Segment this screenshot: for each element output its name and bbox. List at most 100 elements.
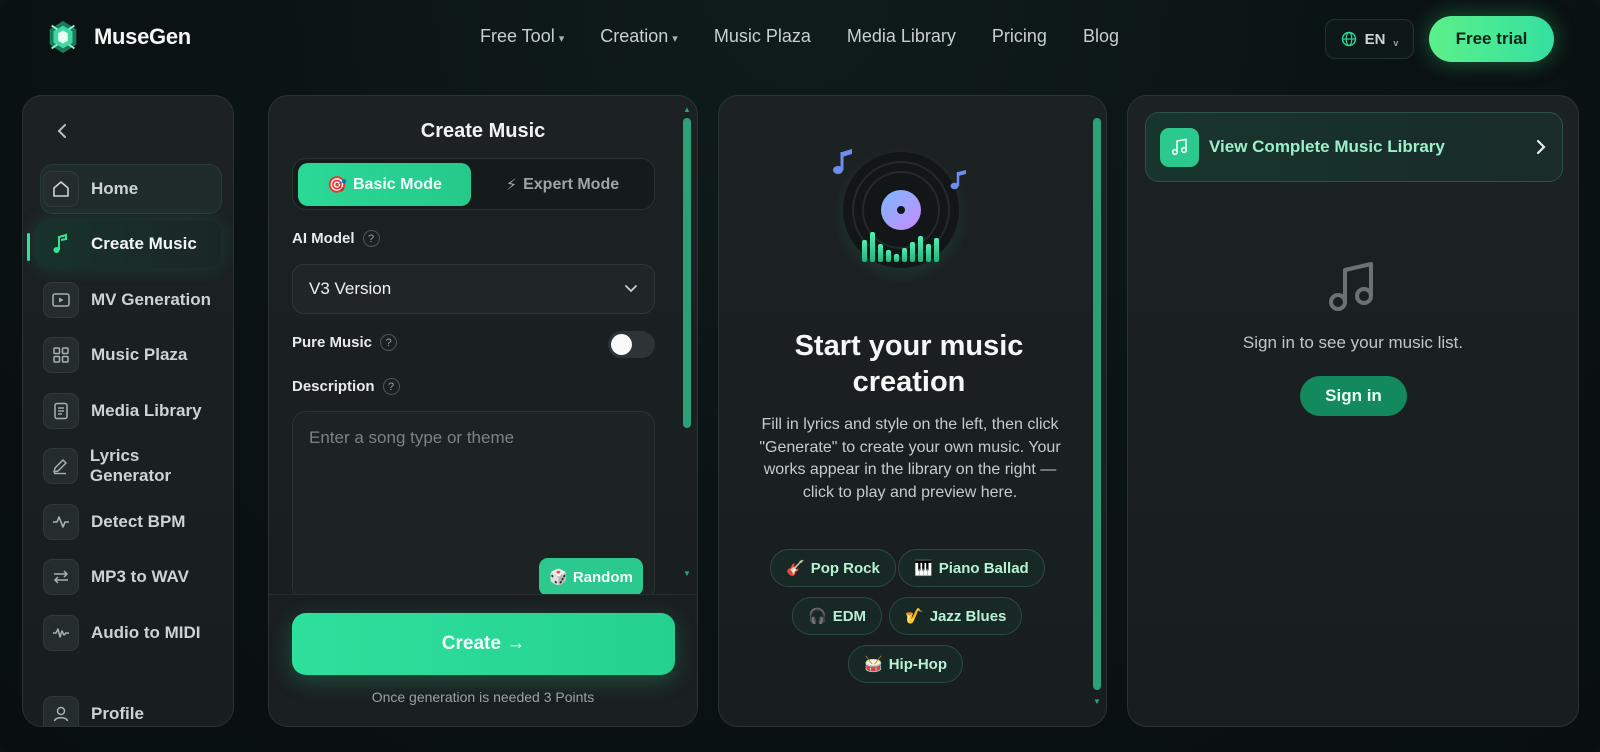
pure-music-toggle[interactable]: [608, 331, 655, 358]
pen-icon: [43, 448, 78, 484]
music-note-icon: [43, 226, 79, 262]
basic-mode-tab[interactable]: 🎯 Basic Mode: [298, 163, 471, 206]
sidebar-item-detect-bpm[interactable]: Detect BPM: [41, 498, 221, 546]
chevron-down-icon: ▾: [672, 32, 678, 45]
sign-in-button[interactable]: Sign in: [1300, 376, 1407, 416]
scrollbar-thumb[interactable]: [683, 118, 691, 428]
view-library-button[interactable]: View Complete Music Library: [1145, 112, 1563, 182]
language-selector[interactable]: EN v: [1325, 19, 1414, 59]
scrollbar-thumb[interactable]: [1093, 118, 1101, 690]
sidebar-item-media-library[interactable]: Media Library: [41, 387, 221, 435]
preview-panel-scrollbar[interactable]: ▼: [1093, 118, 1101, 708]
description-placeholder: Enter a song type or theme: [309, 428, 515, 447]
expert-mode-tab[interactable]: ⚡ Expert Mode: [475, 163, 650, 206]
empty-library-note: Sign in to see your music list.: [1242, 333, 1464, 352]
sidebar-item-lyrics-generator[interactable]: Lyrics Generator: [41, 442, 221, 490]
sidebar-item-label: Media Library: [91, 401, 202, 420]
preview-description: Fill in lyrics and style on the left, th…: [759, 416, 1061, 501]
video-icon: [43, 282, 79, 318]
genre-label: Hip-Hop: [888, 655, 948, 673]
top-header: MuseGen Free Tool ▾ Creation ▾ Music Pla…: [0, 0, 1600, 78]
sidebar-item-profile[interactable]: Profile: [41, 690, 221, 726]
home-icon: [43, 171, 79, 207]
music-note-icon: [1160, 127, 1199, 167]
nav-free-tool[interactable]: Free Tool ▾: [480, 26, 564, 47]
sidebar-item-mp3-to-wav[interactable]: MP3 to WAV: [41, 553, 221, 601]
sidebar-item-create-music[interactable]: Create Music: [35, 220, 221, 268]
description-label: Description: [292, 378, 375, 395]
user-icon: [43, 696, 79, 726]
sidebar: Home Create Music MV Generation Music Pl…: [22, 95, 234, 727]
library-label: View Complete Music Library: [1209, 137, 1445, 156]
dice-icon: 🎲: [549, 569, 568, 586]
sidebar-item-mv-generation[interactable]: MV Generation: [41, 276, 221, 324]
sidebar-item-audio-to-midi[interactable]: Audio to MIDI: [41, 609, 221, 657]
random-button[interactable]: 🎲 Random: [539, 558, 643, 596]
nav-pricing-label: Pricing: [991, 26, 1047, 46]
nav-media-library[interactable]: Media Library: [847, 26, 956, 47]
mode-switch: 🎯 Basic Mode ⚡ Expert Mode: [292, 158, 655, 210]
help-icon[interactable]: ?: [380, 334, 398, 351]
genre-label: EDM: [832, 607, 867, 625]
sidebar-item-label: MV Generation: [91, 290, 211, 309]
genre-label: Piano Ballad: [938, 559, 1029, 577]
chevron-down-icon: [625, 285, 637, 293]
sidebar-item-label: Music Plaza: [91, 345, 188, 364]
pure-music-label: Pure Music: [292, 334, 373, 351]
pulse-icon: [43, 504, 79, 540]
help-icon[interactable]: ?: [382, 378, 400, 395]
sidebar-item-label: Detect BPM: [91, 512, 186, 531]
nav-media-library-label: Media Library: [846, 26, 956, 46]
genre-chip-jazz-blues[interactable]: 🎷 Jazz Blues: [889, 597, 1023, 635]
nav-free-tool-label: Free Tool: [480, 26, 555, 46]
create-music-panel: Create Music 🎯 Basic Mode ⚡ Expert Mode …: [268, 95, 698, 727]
sidebar-item-music-plaza[interactable]: Music Plaza: [41, 331, 221, 379]
ai-model-value: V3 Version: [309, 279, 392, 298]
ai-model-label: AI Model: [292, 230, 355, 247]
genre-chip-hip-hop[interactable]: 🥁 Hip-Hop: [848, 645, 964, 683]
scroll-down-icon[interactable]: ▼: [1093, 698, 1101, 706]
help-icon[interactable]: ?: [362, 230, 380, 247]
genre-chip-pop-rock[interactable]: 🎸 Pop Rock: [770, 549, 896, 587]
create-panel-scrollbar[interactable]: ▲ ▼: [683, 106, 691, 708]
drum-icon: 🥁: [864, 656, 883, 673]
nav-pricing[interactable]: Pricing: [992, 26, 1047, 47]
lightning-icon: ⚡: [505, 176, 518, 194]
sidebar-item-label: Audio to MIDI: [91, 623, 201, 642]
piano-icon: 🎹: [914, 560, 933, 577]
waveform-icon: [43, 615, 79, 651]
collapse-sidebar-button[interactable]: [55, 122, 69, 146]
basic-mode-label: Basic Mode: [353, 175, 442, 193]
ai-model-label-row: AI Model ?: [292, 230, 380, 247]
sidebar-item-home[interactable]: Home: [41, 165, 221, 213]
pure-music-label-row: Pure Music ?: [292, 334, 398, 351]
free-trial-button[interactable]: Free trial: [1429, 16, 1554, 62]
scroll-down-icon[interactable]: ▼: [683, 570, 691, 578]
chevron-down-icon: ▾: [558, 32, 565, 45]
sidebar-item-label: Lyrics Generator: [89, 446, 172, 485]
language-code: EN: [1364, 30, 1386, 48]
nav-blog-label: Blog: [1082, 26, 1119, 46]
scroll-up-icon[interactable]: ▲: [683, 106, 691, 114]
description-label-row: Description ?: [292, 378, 400, 395]
ai-model-select[interactable]: V3 Version: [292, 264, 655, 314]
nav-music-plaza-label: Music Plaza: [713, 26, 811, 46]
genre-chip-edm[interactable]: 🎧 EDM: [792, 597, 883, 635]
guitar-icon: 🎸: [786, 560, 805, 577]
nav-blog[interactable]: Blog: [1083, 26, 1119, 47]
points-note: Once generation is needed 3 Points: [371, 689, 595, 705]
nav-creation[interactable]: Creation ▾: [600, 26, 678, 47]
panel-title: Create Music: [420, 120, 546, 142]
logo[interactable]: MuseGen: [44, 18, 191, 56]
chevron-down-icon: v: [1393, 38, 1399, 48]
create-button[interactable]: Create →: [292, 613, 675, 675]
nav-creation-label: Creation: [600, 26, 669, 46]
genre-chip-piano-ballad[interactable]: 🎹 Piano Ballad: [898, 549, 1045, 587]
preview-panel: Start your music creation Fill in lyrics…: [718, 95, 1107, 727]
chevron-left-icon: [57, 124, 66, 138]
sidebar-item-label: Home: [91, 179, 139, 198]
nav-music-plaza[interactable]: Music Plaza: [714, 26, 811, 47]
genre-label: Jazz Blues: [929, 607, 1007, 625]
sidebar-item-label: Profile: [91, 704, 144, 723]
music-library-panel: View Complete Music Library Sign in to s…: [1127, 95, 1579, 727]
